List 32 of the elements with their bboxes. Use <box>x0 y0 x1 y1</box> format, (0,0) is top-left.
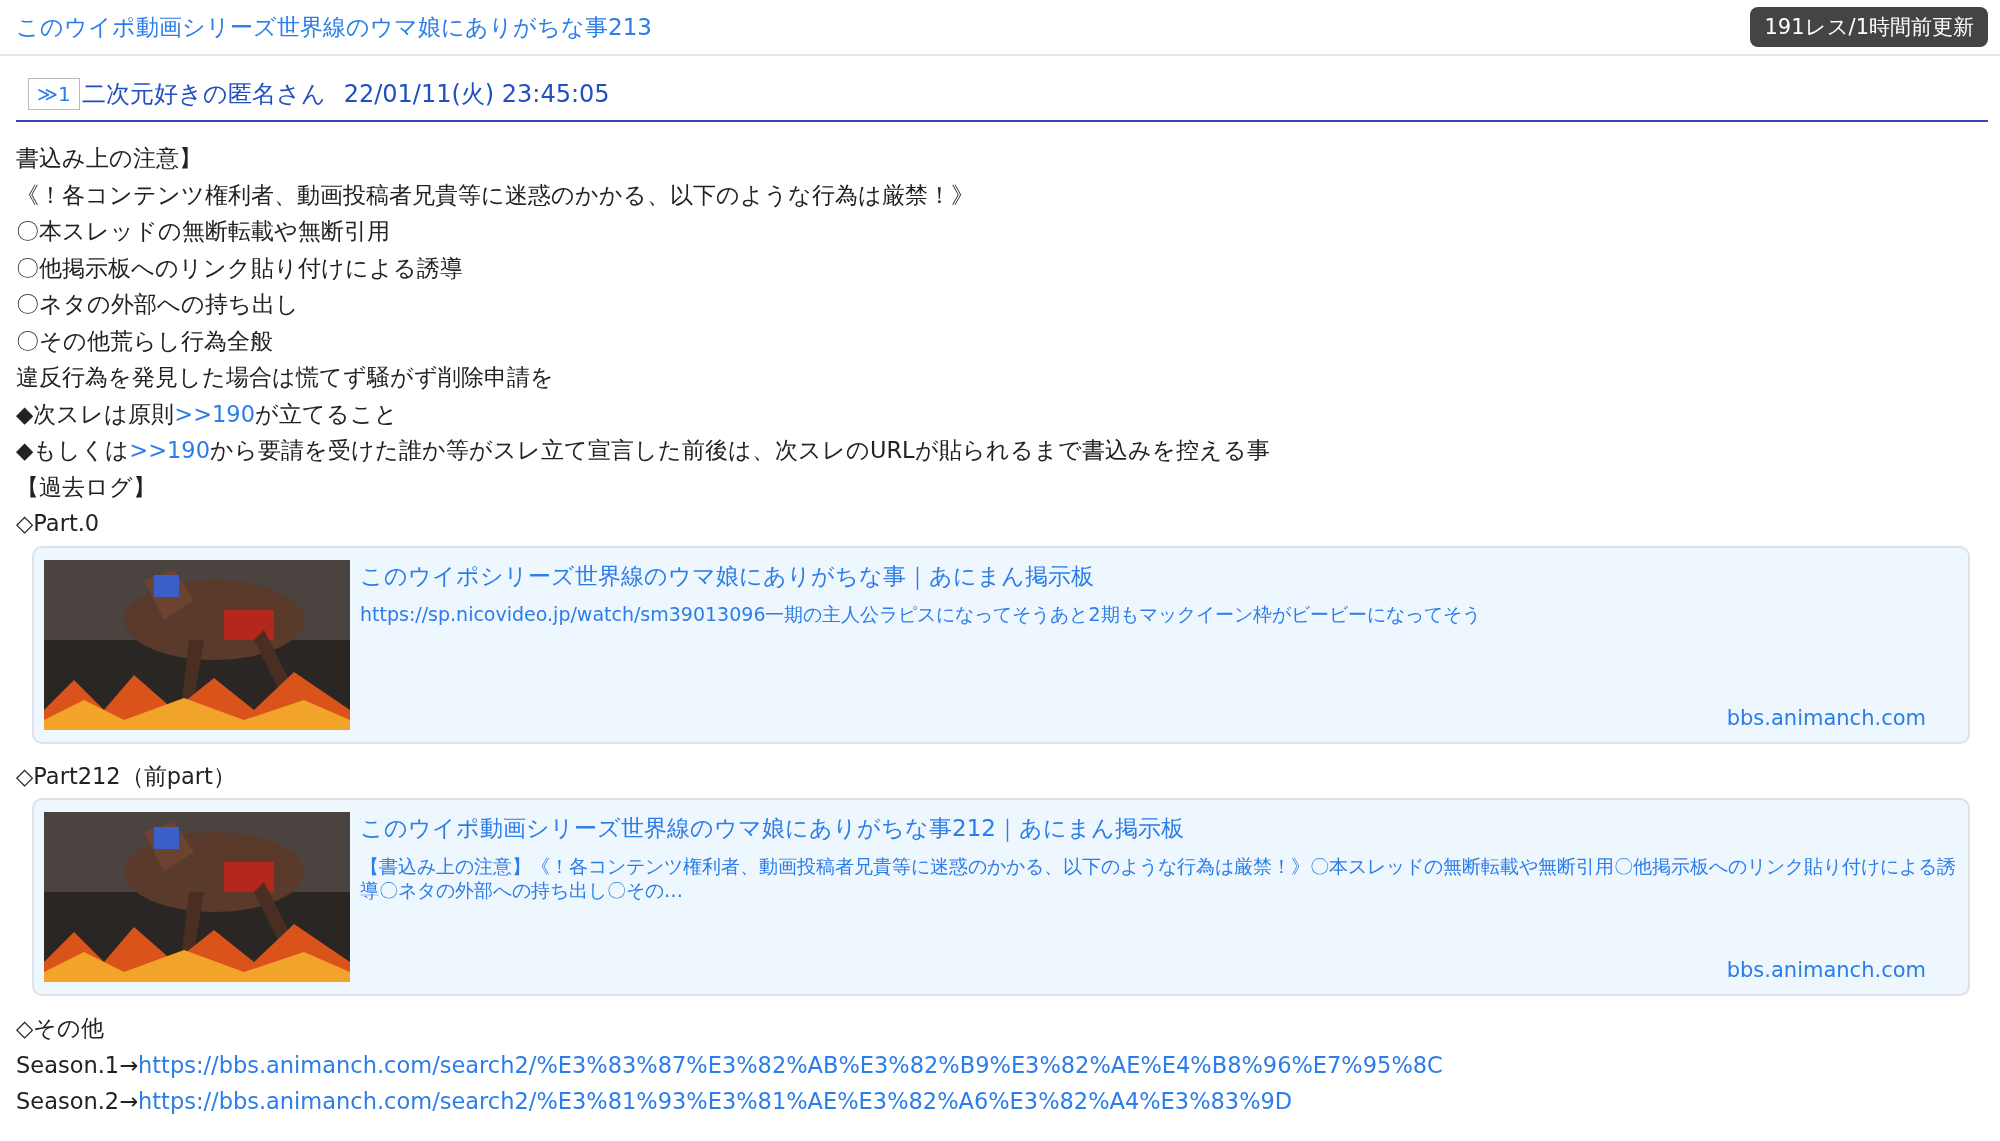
card-domain: bbs.animanch.com <box>1726 705 1926 730</box>
link-preview-card[interactable]: このウイポ動画シリーズ世界線のウマ娘にありがちな事212｜あにまん掲示板 【書込み上の注意】《！各コンテンツ権利者、動画投稿者兄貴等に迷惑のかかる、以下のような行為は厳禁！》〇本スレッドの無断転載や無断引用〇他掲示板へのリンク貼り付けによる誘導〇ネタの外部への持ち出し〇その… bbs.animanch.com <box>32 798 1970 996</box>
text-line: 〇本スレッドの無断転載や無断引用 <box>16 217 391 246</box>
text-line: 〇他掲示板へのリンク貼り付けによる誘導 <box>16 253 464 283</box>
link[interactable]: https://bbs.animanch.com/search2/%E3%83%87%E3%82%AB%E3%82%B9%E3%82%AE%E4%B8%96%E7%95%8C <box>138 1051 1443 1078</box>
text-line: ◆次スレは原則>>190が立てること <box>16 399 399 429</box>
card-description: 【書込み上の注意】《！各コンテンツ権利者、動画投稿者兄貴等に迷惑のかかる、以下のような行為は厳禁！》〇本スレッドの無断転載や無断引用〇他掲示板へのリンク貼り付けによる誘導〇ネタの外部への持ち出し〇その… <box>360 854 1956 902</box>
text-line: Season.1→https://bbs.animanch.com/search2/%E3%83%87%E3%82%AB%E3%82%B9%E3%82%AE%E4%B8%96%E7%95%8C <box>16 1050 1444 1080</box>
text-line: 《！各コンテンツ権利者、動画投稿者兄貴等に迷惑のかかる、以下のような行為は厳禁！》 <box>16 180 975 210</box>
text-line: ◇Part212（前part） <box>16 761 237 791</box>
card-description: https://sp.nicovideo.jp/watch/sm39013096一期の主人公ラピスになってそうあと2期もマックイーン枠がビービーになってそう <box>360 601 1482 626</box>
text-line: 書込み上の注意】 <box>16 144 203 173</box>
link[interactable]: >>190 <box>174 400 255 427</box>
reply-count-badge: 191レス/1時間前更新 <box>1750 7 1988 47</box>
card-title[interactable]: このウイポ動画シリーズ世界線のウマ娘にありがちな事212｜あにまん掲示板 <box>360 812 1956 844</box>
text-line: 【過去ログ】 <box>16 472 157 502</box>
link-preview-card[interactable]: このウイポシリーズ世界線のウマ娘にありがちな事｜あにまん掲示板 https://sp.nicovideo.jp/watch/sm39013096一期の主人公ラピスになってそうあと2期もマックイーン枠がビービーになってそう bbs.animanch.com <box>32 545 1970 744</box>
link[interactable]: >>190 <box>129 437 210 463</box>
post-number[interactable]: ≫1 <box>28 78 80 110</box>
text-line: 〇ネタの外部への持ち出し <box>16 290 300 319</box>
text-line: Season.2→https://bbs.animanch.com/search2/%E3%81%93%E3%81%AE%E3%82%A6%E3%82%A4%E3%83%9D <box>16 1087 1294 1116</box>
text-line: ◇その他 <box>16 1014 106 1043</box>
text-line: 違反行為を発見した場合は慌てず騒がず削除申請を <box>16 363 555 392</box>
card-domain: bbs.animanch.com <box>1726 958 1926 982</box>
post-date: 22/01/11(火) 23:45:05 <box>343 79 610 110</box>
link[interactable]: https://bbs.animanch.com/search2/%E3%81%93%E3%81%AE%E3%82%A6%E3%82%A4%E3%83%9D <box>138 1088 1293 1114</box>
text-line: 〇その他荒らし行為全般 <box>16 326 274 356</box>
text-line: ◇Part.0 <box>16 509 101 538</box>
author-name: 二次元好きの匿名さん <box>81 79 326 110</box>
text-line: ◆もしくは>>190から要請を受けた誰か等がスレ立て宣言した前後は、次スレのURLが貼られるまで書込みを控える事 <box>16 436 1271 465</box>
thread-title[interactable]: このウイポ動画シリーズ世界線のウマ娘にありがちな事213 <box>16 11 652 43</box>
card-title[interactable]: このウイポシリーズ世界線のウマ娘にありがちな事｜あにまん掲示板 <box>360 559 1956 592</box>
